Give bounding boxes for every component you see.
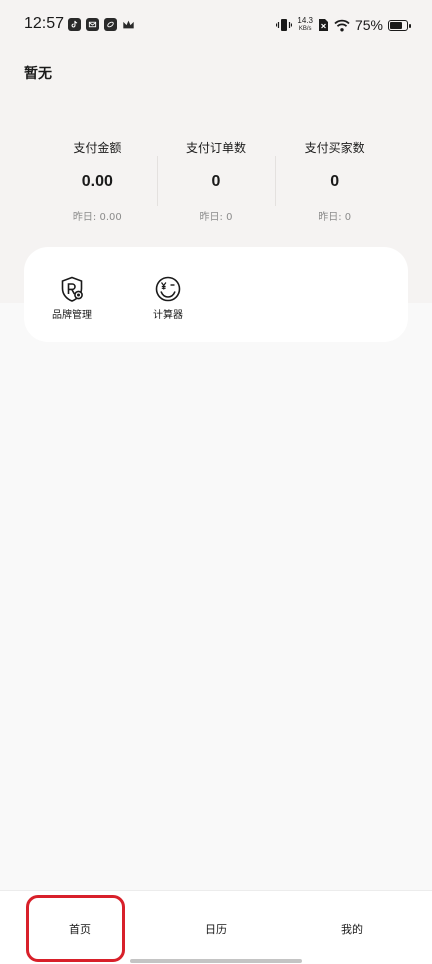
stat-yesterday: 昨日: 0 [318,212,352,223]
calculator-smile-icon [155,276,181,302]
nav-home-highlight [26,895,125,962]
app-icon [104,18,117,31]
nav-calendar[interactable]: 日历 [186,921,246,937]
vibrate-icon [276,19,293,31]
stat-label: 支付金额 [73,141,122,155]
stat-yesterday: 昨日: 0.00 [72,212,122,223]
tools-card: 品牌管理 计算器 [24,247,408,342]
stat-order-count[interactable]: 支付订单数 0 昨日: 0 [156,138,276,230]
stats-panel: 支付金额 0.00 昨日: 0.00 支付订单数 0 昨日: 0 支付买家数 0… [38,138,394,230]
status-time: 12:57 [24,15,65,32]
brand-shield-icon [61,276,83,302]
net-speed-value: 14.3 [297,16,313,25]
tool-brand-management[interactable]: 品牌管理 [37,275,107,321]
home-indicator [130,959,302,963]
battery-fill [390,21,402,29]
tiktok-icon [68,18,81,31]
shop-name[interactable]: 暂无 [24,63,52,83]
battery-percent: 75% [354,17,383,33]
stat-label: 支付买家数 [304,141,365,155]
tool-calculator[interactable]: 计算器 [133,275,203,321]
tool-label: 计算器 [153,310,183,321]
battery-icon [388,19,411,31]
network-speed: 14.3 KB/s [297,17,313,33]
net-speed-unit: KB/s [298,26,312,32]
stat-value: 0 [211,173,221,190]
stat-value: 0.00 [81,173,113,190]
tool-label: 品牌管理 [52,310,92,321]
stat-label: 支付订单数 [186,141,247,155]
no-sim-icon [318,19,328,31]
status-bar: 12:57 14.3 KB/s 75% [0,0,432,52]
nav-mine[interactable]: 我的 [322,921,382,937]
stat-yesterday: 昨日: 0 [199,212,233,223]
stat-buyer-count[interactable]: 支付买家数 0 昨日: 0 [275,138,394,230]
notification-icons [68,18,135,31]
stat-value: 0 [330,173,340,190]
stat-payment-amount[interactable]: 支付金额 0.00 昨日: 0.00 [38,138,157,230]
mail-icon [86,18,99,31]
crown-icon [122,18,135,31]
wifi-icon [334,19,350,31]
status-right: 14.3 KB/s 75% [276,15,411,35]
